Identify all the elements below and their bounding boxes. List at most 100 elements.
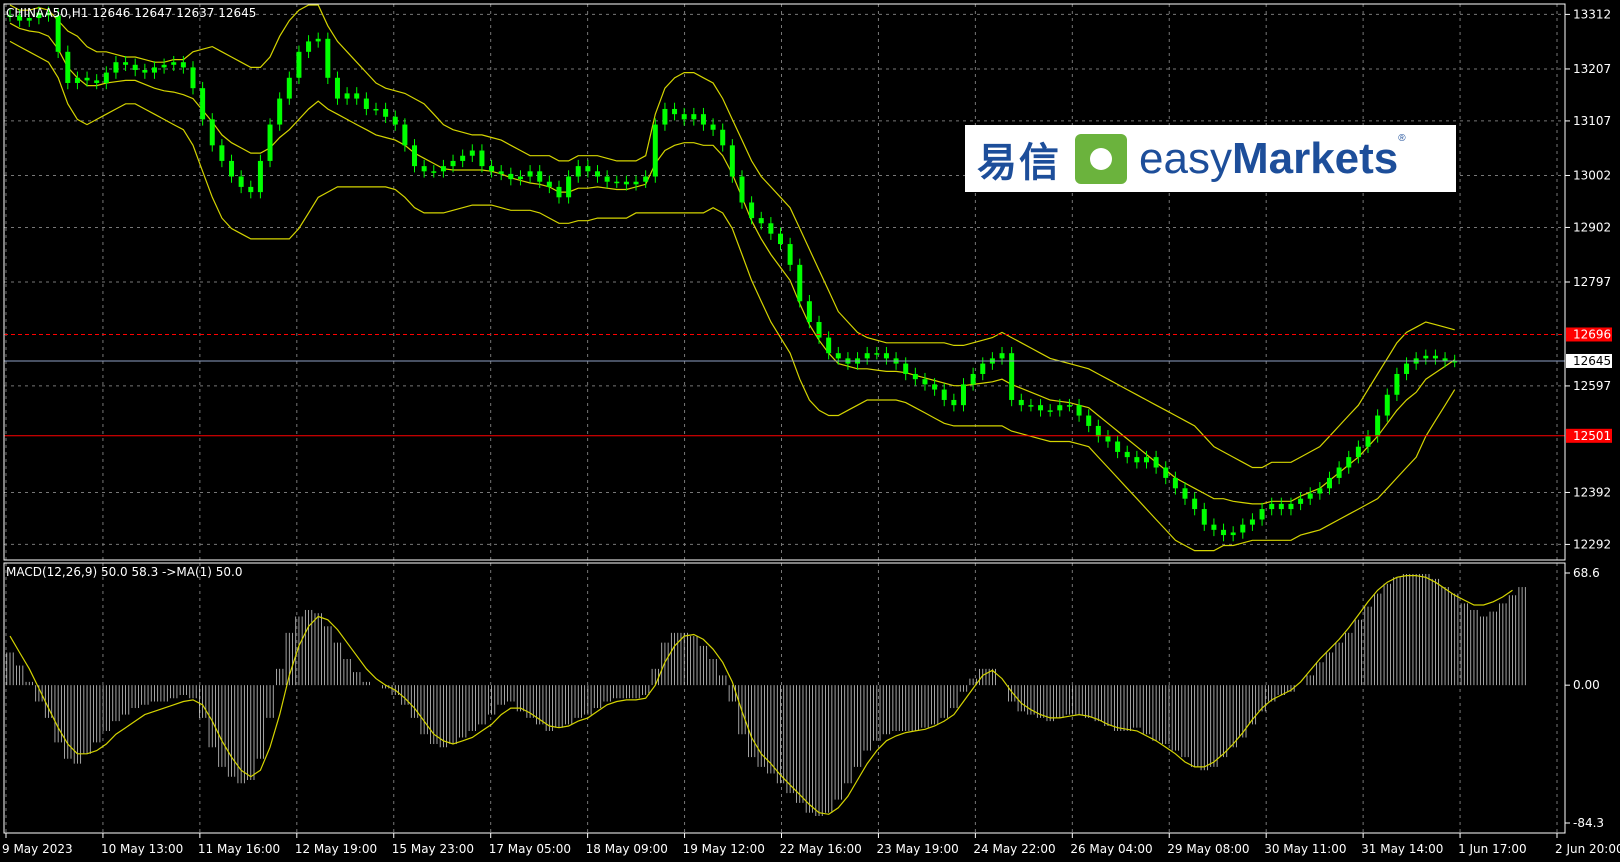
candle-body (1201, 509, 1207, 525)
candle-body (1346, 457, 1352, 468)
candle-body (440, 166, 446, 172)
candle-body (643, 176, 649, 182)
candle-body (623, 181, 629, 185)
bollinger-middle-line (9, 22, 1456, 505)
candle-body (431, 171, 437, 173)
candle-body (1076, 405, 1082, 416)
logo-brand-light: easy (1139, 133, 1232, 183)
price-panel[interactable] (4, 4, 1565, 552)
candle-body (835, 353, 841, 359)
candle-body (575, 166, 581, 177)
candle-body (1153, 457, 1159, 468)
candle-body (209, 119, 215, 146)
candle-body (787, 244, 793, 265)
easymarkets-logo: 易信 easyMarkets ® (965, 125, 1456, 192)
logo-brand-bold: Markets (1231, 133, 1399, 183)
candle-body (1404, 363, 1410, 374)
candle-body (1018, 399, 1024, 406)
price-tick-label: 13207 (1573, 62, 1611, 76)
time-tick-label: 1 Jun 17:00 (1458, 842, 1527, 856)
candle-body (450, 160, 456, 167)
candle-body (922, 379, 928, 385)
candle-body (113, 62, 119, 73)
price-tick-label: 13107 (1573, 114, 1611, 128)
candle-body (1211, 524, 1217, 530)
candle-body (277, 98, 283, 125)
macd-tick-label: -84.3 (1573, 816, 1604, 830)
candle-body (1192, 498, 1198, 510)
candle-body (758, 218, 764, 224)
candle-body (633, 181, 639, 185)
candle-body (527, 171, 533, 177)
candle-body (219, 145, 225, 161)
candle-body (200, 88, 206, 120)
candle-body (94, 80, 100, 83)
candle-body (1384, 394, 1390, 416)
candle-body (1057, 405, 1063, 411)
candle-body (1288, 503, 1294, 510)
candle-body (248, 186, 254, 193)
candle-body (84, 77, 90, 81)
candle-body (257, 160, 263, 193)
candle-body (363, 98, 369, 109)
logo-mark-icon (1075, 133, 1127, 184)
candle-body (1432, 355, 1438, 359)
time-tick-label: 17 May 05:00 (489, 842, 571, 856)
candle-body (132, 64, 138, 70)
candle-body (1317, 488, 1323, 494)
candle-body (354, 93, 360, 99)
price-tick-label: 12902 (1573, 220, 1611, 234)
candle-body (229, 160, 235, 177)
candle-body (267, 124, 273, 161)
candle-body (296, 51, 302, 78)
candle-body (826, 337, 832, 354)
time-tick-label: 31 May 14:00 (1361, 842, 1443, 856)
candle-body (710, 124, 716, 130)
candle-body (951, 399, 957, 406)
candle-body (1105, 436, 1111, 442)
candle-body (1298, 498, 1304, 504)
time-tick-label: 2 Jun 20:00 (1555, 842, 1620, 856)
macd-panel[interactable] (6, 573, 1526, 816)
candle-body (1355, 446, 1361, 458)
candle-body (912, 373, 918, 380)
candle-body (498, 171, 504, 174)
candle-body (960, 384, 966, 406)
candle-body (797, 264, 803, 302)
logo-brand: easyMarkets (1139, 134, 1398, 184)
candle-body (383, 108, 389, 117)
candle-body (55, 15, 61, 52)
candle-body (1066, 405, 1072, 407)
candle-body (980, 363, 986, 374)
logo-registered-mark: ® (1398, 133, 1406, 144)
time-tick-label: 11 May 16:00 (198, 842, 280, 856)
candle-body (103, 72, 109, 83)
candle-body (1230, 532, 1236, 536)
candle-body (585, 166, 591, 172)
candle-body (749, 202, 755, 219)
time-tick-label: 10 May 13:00 (101, 842, 183, 856)
time-tick-label: 12 May 19:00 (295, 842, 377, 856)
candle-body (874, 353, 880, 355)
candle-body (142, 69, 148, 73)
time-tick-label: 9 May 2023 (2, 842, 73, 856)
candle-body (180, 62, 186, 68)
candle-body (238, 176, 244, 187)
bollinger-lower-line (9, 40, 1456, 552)
logo-cn-text: 易信 (977, 139, 1061, 186)
candle-body (662, 108, 668, 125)
candle-body (1307, 493, 1313, 499)
time-tick-label: 23 May 19:00 (876, 842, 958, 856)
time-tick-label: 19 May 12:00 (683, 842, 765, 856)
candle-body (65, 51, 71, 83)
candle-body (325, 38, 331, 78)
candle-body (171, 62, 177, 65)
candle-body (460, 155, 466, 161)
candle-body (190, 67, 196, 89)
price-tick-label: 13312 (1573, 7, 1611, 21)
candle-body (537, 171, 543, 182)
candle-body (508, 173, 514, 180)
candle-body (286, 77, 292, 99)
candle-body (517, 176, 523, 180)
candle-body (595, 171, 601, 177)
